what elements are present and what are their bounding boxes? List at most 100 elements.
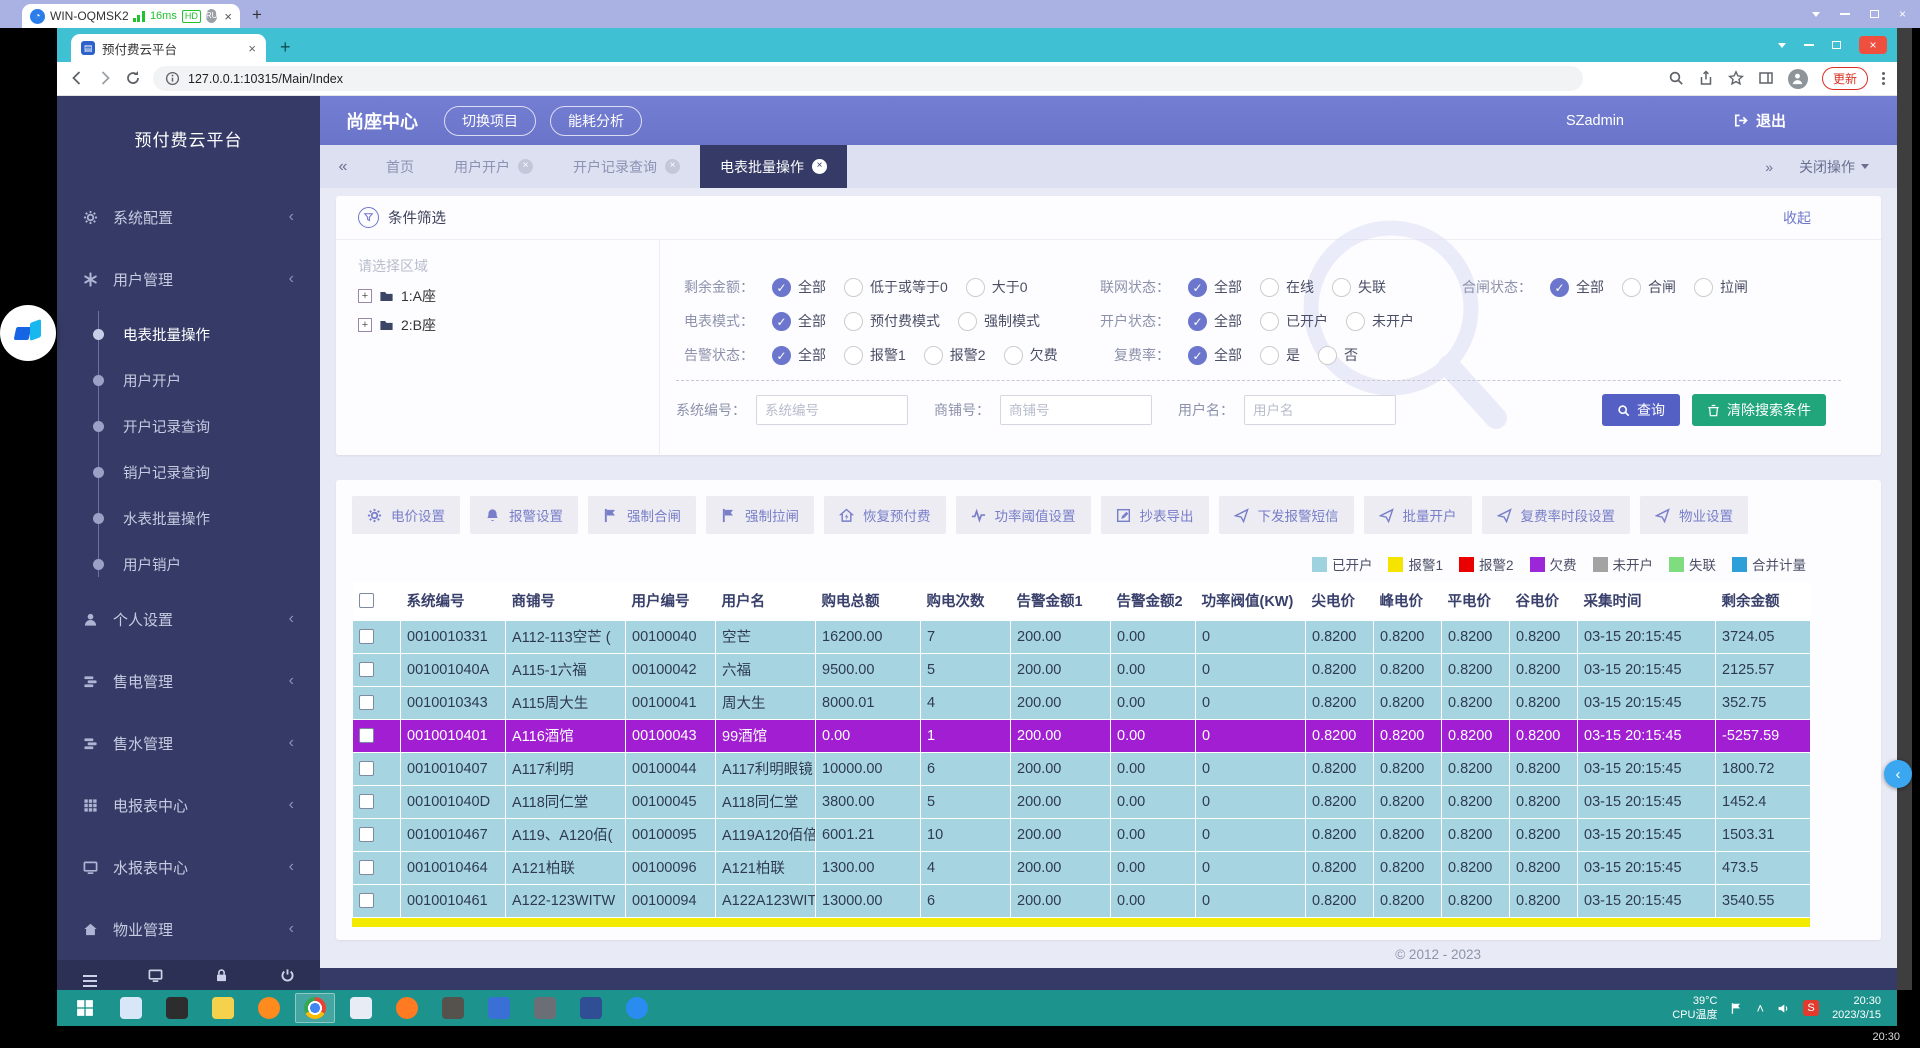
row-checkbox[interactable] — [359, 695, 374, 710]
taskbar-icon-firefox[interactable] — [249, 993, 289, 1023]
sidebar-subitem-0[interactable]: 电表批量操作 — [57, 311, 320, 357]
table-row-4[interactable]: 0010010407A117利明00100044A117利明眼镜10000.00… — [353, 752, 1811, 785]
sidebar-item-7[interactable]: 物业管理‹ — [57, 899, 320, 959]
radio-option[interactable]: ✓全部 — [1188, 277, 1242, 297]
radio-option[interactable]: ✓全部 — [1188, 345, 1242, 365]
browser-minimize-button[interactable] — [1804, 44, 1814, 46]
tree-expander-icon[interactable]: + — [358, 289, 372, 303]
column-header[interactable]: 购电次数 — [921, 582, 1011, 620]
bookmark-star-icon[interactable] — [1728, 70, 1744, 88]
remote-floating-ball[interactable] — [0, 305, 56, 361]
radio-option[interactable]: 欠费 — [1004, 345, 1058, 365]
taskbar-icon-terminal-putty[interactable] — [157, 993, 197, 1023]
sidebar-item-2[interactable]: 个人设置‹ — [57, 589, 320, 649]
toolbar-button-4[interactable]: 恢复预付费 — [824, 496, 946, 534]
new-session-button[interactable]: + — [252, 5, 262, 25]
search-button[interactable]: 查询 — [1602, 394, 1680, 426]
browser-close-button[interactable]: × — [1859, 36, 1887, 54]
radio-icon[interactable] — [1004, 346, 1023, 365]
taskbar-clock[interactable]: 20:30 2023/3/15 — [1832, 994, 1881, 1023]
close-operations-button[interactable]: 关闭操作 — [1799, 157, 1869, 177]
toolbar-button-10[interactable]: 物业设置 — [1640, 496, 1748, 534]
radio-icon[interactable] — [1260, 278, 1279, 297]
row-checkbox[interactable] — [359, 827, 374, 842]
new-tab-button[interactable]: + — [280, 37, 291, 58]
radio-option[interactable]: ✓全部 — [772, 345, 826, 365]
column-header[interactable]: 采集时间 — [1578, 582, 1716, 620]
remote-close-button[interactable]: × — [1899, 7, 1906, 21]
radio-option[interactable]: 拉闸 — [1694, 277, 1748, 297]
radio-icon[interactable] — [844, 346, 863, 365]
radio-checked-icon[interactable]: ✓ — [1188, 346, 1207, 365]
tab-close-icon[interactable]: × — [812, 159, 827, 174]
tab-close-icon[interactable]: × — [518, 159, 533, 174]
page-tab-0[interactable]: 首页 — [366, 145, 434, 188]
radio-icon[interactable] — [1260, 346, 1279, 365]
address-bar[interactable]: 127.0.0.1:10315/Main/Index — [153, 66, 1583, 91]
taskbar-icon-settings[interactable] — [525, 993, 565, 1023]
tab-close-icon[interactable]: × — [665, 159, 680, 174]
column-header[interactable]: 平电价 — [1442, 582, 1510, 620]
table-row-6[interactable]: 0010010467A119、A120佰(00100095A119A120佰倍6… — [353, 818, 1811, 851]
taskbar-icon-todesk[interactable] — [617, 993, 657, 1023]
close-session-icon[interactable]: × — [224, 9, 232, 24]
side-drawer-handle[interactable]: ‹ — [1884, 760, 1912, 788]
radio-icon[interactable] — [1318, 346, 1337, 365]
radio-icon[interactable] — [1346, 312, 1365, 331]
sidebar-item-3[interactable]: 售电管理‹ — [57, 651, 320, 711]
radio-option[interactable]: 在线 — [1260, 277, 1314, 297]
toolbar-button-2[interactable]: 强制合闸 — [588, 496, 696, 534]
radio-option[interactable]: 是 — [1260, 345, 1300, 365]
browser-menu-icon[interactable] — [1882, 72, 1885, 85]
radio-option[interactable]: 已开户 — [1260, 311, 1328, 331]
radio-option[interactable]: 大于0 — [966, 277, 1028, 297]
radio-option[interactable]: 报警2 — [924, 345, 986, 365]
sidebar-subitem-1[interactable]: 用户开户 — [57, 357, 320, 403]
taskbar-icon-notepad[interactable] — [341, 993, 381, 1023]
radio-icon[interactable] — [958, 312, 977, 331]
radio-option[interactable]: 未开户 — [1346, 311, 1414, 331]
taskbar-icon-file-explorer[interactable] — [203, 993, 243, 1023]
power-button[interactable] — [280, 967, 295, 984]
radio-checked-icon[interactable]: ✓ — [1188, 312, 1207, 331]
column-header[interactable]: 告警金额2 — [1111, 582, 1196, 620]
remote-menu-chevron-icon[interactable] — [1812, 12, 1820, 21]
table-row-8[interactable]: 0010010461A122-123WITW00100094A122A123WI… — [353, 884, 1811, 917]
forward-button[interactable] — [97, 70, 113, 88]
clear-search-button[interactable]: 清除搜索条件 — [1692, 394, 1826, 426]
row-checkbox[interactable] — [359, 662, 374, 677]
radio-icon[interactable] — [1260, 312, 1279, 331]
toolbar-button-0[interactable]: 电价设置 — [352, 496, 460, 534]
taskbar-icon-media-player[interactable] — [111, 993, 151, 1023]
radio-option[interactable]: 否 — [1318, 345, 1358, 365]
select-all-checkbox[interactable] — [359, 593, 374, 608]
page-tab-1[interactable]: 用户开户× — [434, 145, 553, 188]
username[interactable]: SZadmin — [1566, 113, 1624, 129]
toolbar-button-6[interactable]: 抄表导出 — [1101, 496, 1209, 534]
side-panel-icon[interactable] — [1758, 70, 1774, 88]
tree-node-1[interactable]: +2:B座 — [358, 315, 659, 335]
taskbar-icon-display-app[interactable] — [571, 993, 611, 1023]
start-button[interactable] — [65, 993, 105, 1023]
toolbar-button-1[interactable]: 报警设置 — [470, 496, 578, 534]
tabs-scroll-left-icon[interactable]: « — [320, 145, 366, 188]
radio-checked-icon[interactable]: ✓ — [1550, 278, 1569, 297]
sidebar-item-4[interactable]: 售水管理‹ — [57, 713, 320, 773]
row-checkbox[interactable] — [359, 728, 374, 743]
tray-volume-icon[interactable] — [1777, 1002, 1790, 1015]
radio-icon[interactable] — [966, 278, 985, 297]
logout-button[interactable]: 退出 — [1733, 110, 1786, 131]
tray-hidden-icons-chevron[interactable]: ˄ — [1756, 1001, 1764, 1016]
radio-option[interactable]: ✓全部 — [1550, 277, 1604, 297]
filter-input-1[interactable] — [1000, 395, 1152, 425]
tree-node-0[interactable]: +1:A座 — [358, 286, 659, 306]
radio-icon[interactable] — [844, 312, 863, 331]
share-icon[interactable] — [1698, 70, 1714, 88]
reload-button[interactable] — [125, 70, 141, 88]
filter-input-2[interactable] — [1244, 395, 1396, 425]
radio-option[interactable]: 预付费模式 — [844, 311, 940, 331]
row-checkbox[interactable] — [359, 794, 374, 809]
tab-search-chevron-icon[interactable] — [1778, 43, 1786, 52]
radio-checked-icon[interactable]: ✓ — [772, 278, 791, 297]
toolbar-button-5[interactable]: 功率阈值设置 — [956, 496, 1091, 534]
